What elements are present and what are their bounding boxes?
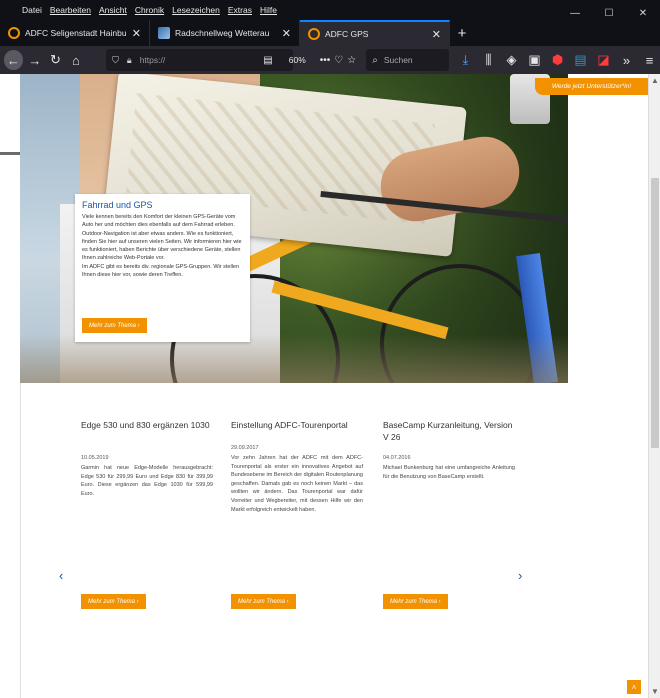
forward-button[interactable]: → bbox=[25, 49, 46, 71]
feature-text: Viele kennen bereits den Komfort der kle… bbox=[82, 214, 242, 262]
search-icon: ⌕ bbox=[372, 54, 378, 66]
news-date: 10.05.2019 bbox=[81, 455, 109, 461]
page-actions: ••• ♡ ☆ bbox=[320, 55, 356, 66]
shield-icon[interactable]: ⛉ bbox=[112, 55, 119, 66]
left-window-edge bbox=[0, 152, 20, 155]
news-more-button[interactable]: Mehr zum Thema › bbox=[81, 594, 146, 609]
extension-target-icon[interactable]: ◈ bbox=[501, 49, 522, 71]
library-icon[interactable]: ⫼ bbox=[478, 49, 499, 71]
carousel-prev-icon[interactable]: ‹ bbox=[59, 568, 63, 583]
menu-extras-label: Extras bbox=[227, 5, 252, 15]
close-tab-icon[interactable]: ✕ bbox=[282, 27, 291, 40]
close-tab-icon[interactable]: ✕ bbox=[132, 27, 141, 40]
zoom-level[interactable]: 60% bbox=[289, 55, 306, 65]
scrollbar-thumb[interactable] bbox=[651, 178, 659, 448]
url-text: https:// bbox=[139, 55, 166, 65]
overflow-icon[interactable]: » bbox=[616, 49, 637, 71]
bookmark-star-icon[interactable]: ☆ bbox=[347, 55, 356, 66]
page-actions-more-icon[interactable]: ••• bbox=[320, 55, 331, 66]
ublock-icon[interactable]: ⬢ bbox=[547, 49, 568, 71]
page-content: Werde jetzt Unterstützer*in! Fahrrad und… bbox=[20, 74, 648, 698]
news-item: Edge 530 und 830 ergänzen 1030 10.05.201… bbox=[81, 419, 213, 609]
toolbar-icons: ⤓ ⫼ ◈ ▣ ⬢ ▤ ◪ » ≡ bbox=[455, 49, 660, 71]
sidebar-icon[interactable]: ▣ bbox=[524, 49, 545, 71]
tab-radschnellweg[interactable]: Radschnellweg Wetterau ✕ bbox=[150, 20, 300, 46]
hamburger-menu-icon[interactable]: ≡ bbox=[639, 49, 660, 71]
tab-adfc-seligenstadt[interactable]: ADFC Seligenstadt Hainburg | M ✕ bbox=[0, 20, 150, 46]
news-more-button[interactable]: Mehr zum Thema › bbox=[383, 594, 448, 609]
search-input[interactable]: ⌕ Suchen bbox=[366, 49, 450, 71]
menu-bearbeiten-label: Bearbeiten bbox=[49, 5, 91, 15]
feature-more-button[interactable]: Mehr zum Thema › bbox=[82, 318, 147, 333]
news-item: Einstellung ADFC-Tourenportal 29.09.2017… bbox=[231, 419, 363, 609]
support-badge-button[interactable]: Werde jetzt Unterstützer*in! bbox=[535, 78, 648, 95]
adfc-favicon-icon bbox=[308, 28, 320, 40]
scroll-down-icon[interactable]: ▼ bbox=[651, 687, 659, 696]
news-body: Garmin hat neue Edge-Modelle herausgebra… bbox=[81, 465, 213, 497]
menu-chronik[interactable]: Chronik bbox=[135, 5, 164, 15]
new-tab-button[interactable]: + bbox=[450, 20, 474, 46]
feature-title: Fahrrad und GPS bbox=[82, 200, 153, 210]
tab-title: ADFC Seligenstadt Hainburg | M bbox=[25, 28, 126, 38]
news-body: Vor zehn Jahren hat der ADFC mit dem ADF… bbox=[231, 455, 363, 513]
news-more-button[interactable]: Mehr zum Thema › bbox=[231, 594, 296, 609]
extension-red-icon[interactable]: ◪ bbox=[593, 49, 614, 71]
tab-title: Radschnellweg Wetterau bbox=[175, 28, 270, 38]
pocket-icon[interactable]: ♡ bbox=[334, 55, 343, 66]
news-date: 29.09.2017 bbox=[231, 445, 259, 451]
carousel-next-icon[interactable]: › bbox=[518, 568, 522, 583]
extension-blue-icon[interactable]: ▤ bbox=[570, 49, 591, 71]
search-placeholder: Suchen bbox=[383, 55, 413, 65]
tab-adfc-gps[interactable]: ADFC GPS ✕ bbox=[300, 20, 450, 46]
reload-button[interactable]: ↻ bbox=[45, 49, 66, 71]
nav-toolbar: ← → ↻ ⌂ ⛉ 🔒︎ https:// ▤ 60% ••• ♡ ☆ ⌕ Su… bbox=[0, 46, 660, 74]
news-body: Michael Bunkenburg hat eine umfangreiche… bbox=[383, 465, 515, 480]
back-button[interactable]: ← bbox=[4, 50, 23, 70]
close-tab-icon[interactable]: ✕ bbox=[432, 28, 441, 41]
news-date: 04.07.2016 bbox=[383, 455, 411, 461]
menu-chronik-label: Chronik bbox=[134, 5, 165, 15]
news-title[interactable]: Edge 530 und 830 ergänzen 1030 bbox=[81, 419, 213, 455]
site-favicon-icon bbox=[158, 27, 170, 39]
menu-ansicht[interactable]: Ansicht bbox=[99, 5, 127, 15]
reader-view-icon[interactable]: ▤ bbox=[263, 55, 272, 66]
tab-title: ADFC GPS bbox=[325, 29, 369, 39]
news-item: BaseCamp Kurzanleitung, Version V 26 04.… bbox=[383, 419, 515, 609]
menu-lesezeichen[interactable]: Lesezeichen bbox=[172, 5, 220, 15]
page-scrollbar[interactable]: ▲ ▼ bbox=[648, 74, 660, 698]
adfc-favicon-icon bbox=[8, 27, 20, 39]
lock-icon[interactable]: 🔒︎ bbox=[127, 55, 132, 66]
feature-text-2: Im ADFC gibt es bereits div. regionale G… bbox=[82, 263, 240, 279]
feature-card: Fahrrad und GPS Viele kennen bereits den… bbox=[75, 194, 250, 342]
menu-lesezeichen-label: Lesezeichen bbox=[172, 5, 220, 15]
menu-datei[interactable]: Datei bbox=[22, 5, 42, 15]
menu-hilfe[interactable]: Hilfe bbox=[260, 5, 277, 15]
menu-extras[interactable]: Extras bbox=[228, 5, 252, 15]
menu-bearbeiten[interactable]: Bearbeiten bbox=[50, 5, 91, 15]
home-button[interactable]: ⌂ bbox=[66, 49, 87, 71]
menu-hilfe-label: Hilfe bbox=[259, 5, 277, 15]
scroll-to-top-button[interactable]: ˄ bbox=[627, 680, 641, 694]
scroll-up-icon[interactable]: ▲ bbox=[651, 76, 659, 85]
news-title[interactable]: BaseCamp Kurzanleitung, Version V 26 bbox=[383, 419, 515, 455]
tab-bar: ADFC Seligenstadt Hainburg | M ✕ Radschn… bbox=[0, 20, 660, 46]
news-title[interactable]: Einstellung ADFC-Tourenportal bbox=[231, 419, 363, 445]
menu-ansicht-label: Ansicht bbox=[98, 5, 127, 15]
download-icon[interactable]: ⤓ bbox=[455, 49, 476, 71]
